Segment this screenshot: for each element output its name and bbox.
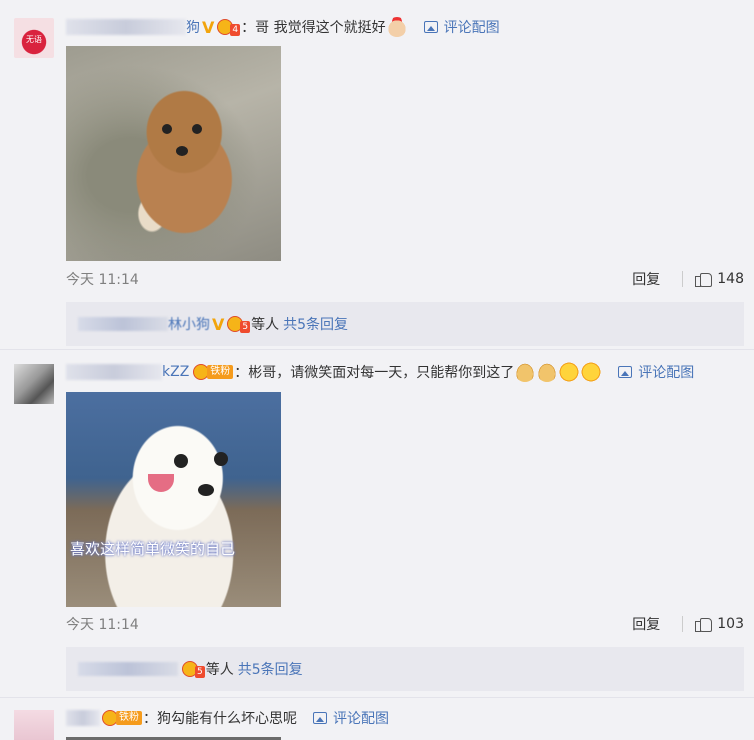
- sub-reply-username-blurred[interactable]: [78, 317, 168, 331]
- comment-image-link-label: 评论配图: [638, 365, 695, 381]
- fan-level-badge-icon[interactable]: 铁粉: [102, 709, 142, 727]
- sub-reply-suffix: 等人: [251, 317, 280, 333]
- user-avatar[interactable]: 无语: [14, 18, 54, 58]
- cry-emoji-icon: [581, 362, 602, 382]
- divider: [682, 616, 684, 632]
- fan-level-badge-icon: 5: [227, 315, 251, 333]
- thumb-up-icon: [695, 271, 713, 287]
- fan-tag: 铁粉: [207, 365, 234, 379]
- sub-reply-username[interactable]: 林小狗: [168, 314, 210, 334]
- verified-v-icon: V: [202, 17, 215, 37]
- like-count: 103: [717, 616, 744, 632]
- user-avatar[interactable]: [14, 364, 54, 404]
- comment-divider: [0, 697, 754, 698]
- verified-v-icon: V: [212, 314, 225, 334]
- more-replies-link[interactable]: 共5条回复: [283, 314, 348, 334]
- avatar-text: 无语: [26, 35, 42, 44]
- bow-emoji-icon: [515, 362, 536, 382]
- sub-replies-box[interactable]: 林小狗 V 5 等人 共5条回复: [66, 302, 744, 346]
- comment-image-link-label: 评论配图: [333, 711, 389, 727]
- image-icon: [313, 712, 327, 724]
- sub-reply-username-blurred[interactable]: [78, 662, 178, 676]
- reply-button[interactable]: 回复: [632, 269, 660, 289]
- comment-time: 今天 11:14: [66, 272, 139, 288]
- fan-tag: 铁粉: [116, 711, 142, 725]
- divider: [682, 271, 684, 287]
- comment-time: 今天 11:14: [66, 617, 139, 633]
- comment-image-link[interactable]: 评论配图: [423, 17, 500, 37]
- comment-image-link[interactable]: 评论配图: [313, 708, 389, 728]
- like-button[interactable]: 148: [695, 271, 744, 287]
- comment-image-brown-puppy[interactable]: [66, 46, 281, 261]
- more-replies-link[interactable]: 共5条回复: [238, 659, 303, 679]
- username-blurred[interactable]: [66, 19, 186, 35]
- like-button[interactable]: 103: [695, 616, 744, 632]
- comment-text: ：哥 我觉得这个就挺好: [241, 20, 386, 36]
- username-blurred[interactable]: [66, 364, 162, 380]
- sub-replies-box[interactable]: 5 等人 共5条回复: [66, 647, 744, 691]
- heart-puppy-emoji-icon: [386, 17, 407, 37]
- image-caption: 喜欢这样简单微笑的自己: [70, 540, 236, 558]
- reply-button[interactable]: 回复: [632, 614, 660, 634]
- image-icon: [618, 366, 633, 378]
- fan-level-badge-icon[interactable]: 铁粉: [193, 363, 234, 381]
- comment-text: ：彬哥，请微笑面对每一天，只能帮你到这了: [234, 365, 515, 381]
- fan-level-badge-icon[interactable]: 4: [217, 18, 241, 36]
- comment-image-link-label: 评论配图: [443, 20, 500, 36]
- fan-level-badge-icon: 5: [182, 660, 205, 678]
- comment-divider: [0, 349, 754, 350]
- bow-emoji-icon: [537, 362, 558, 382]
- username-link[interactable]: 狗: [186, 17, 200, 37]
- comment-text: ：狗勾能有什么坏心思呢: [143, 711, 297, 727]
- comment-image-white-puppy[interactable]: 喜欢这样简单微笑的自己: [66, 392, 281, 607]
- user-avatar[interactable]: [14, 710, 54, 740]
- sub-reply-suffix: 等人: [205, 662, 234, 678]
- thumb-up-icon: [695, 616, 713, 632]
- username-link[interactable]: kZZ: [162, 364, 189, 380]
- like-count: 148: [717, 271, 744, 287]
- username-blurred[interactable]: [66, 710, 100, 726]
- cry-emoji-icon: [559, 362, 580, 382]
- image-icon: [423, 21, 438, 33]
- comment-image-link[interactable]: 评论配图: [618, 362, 694, 382]
